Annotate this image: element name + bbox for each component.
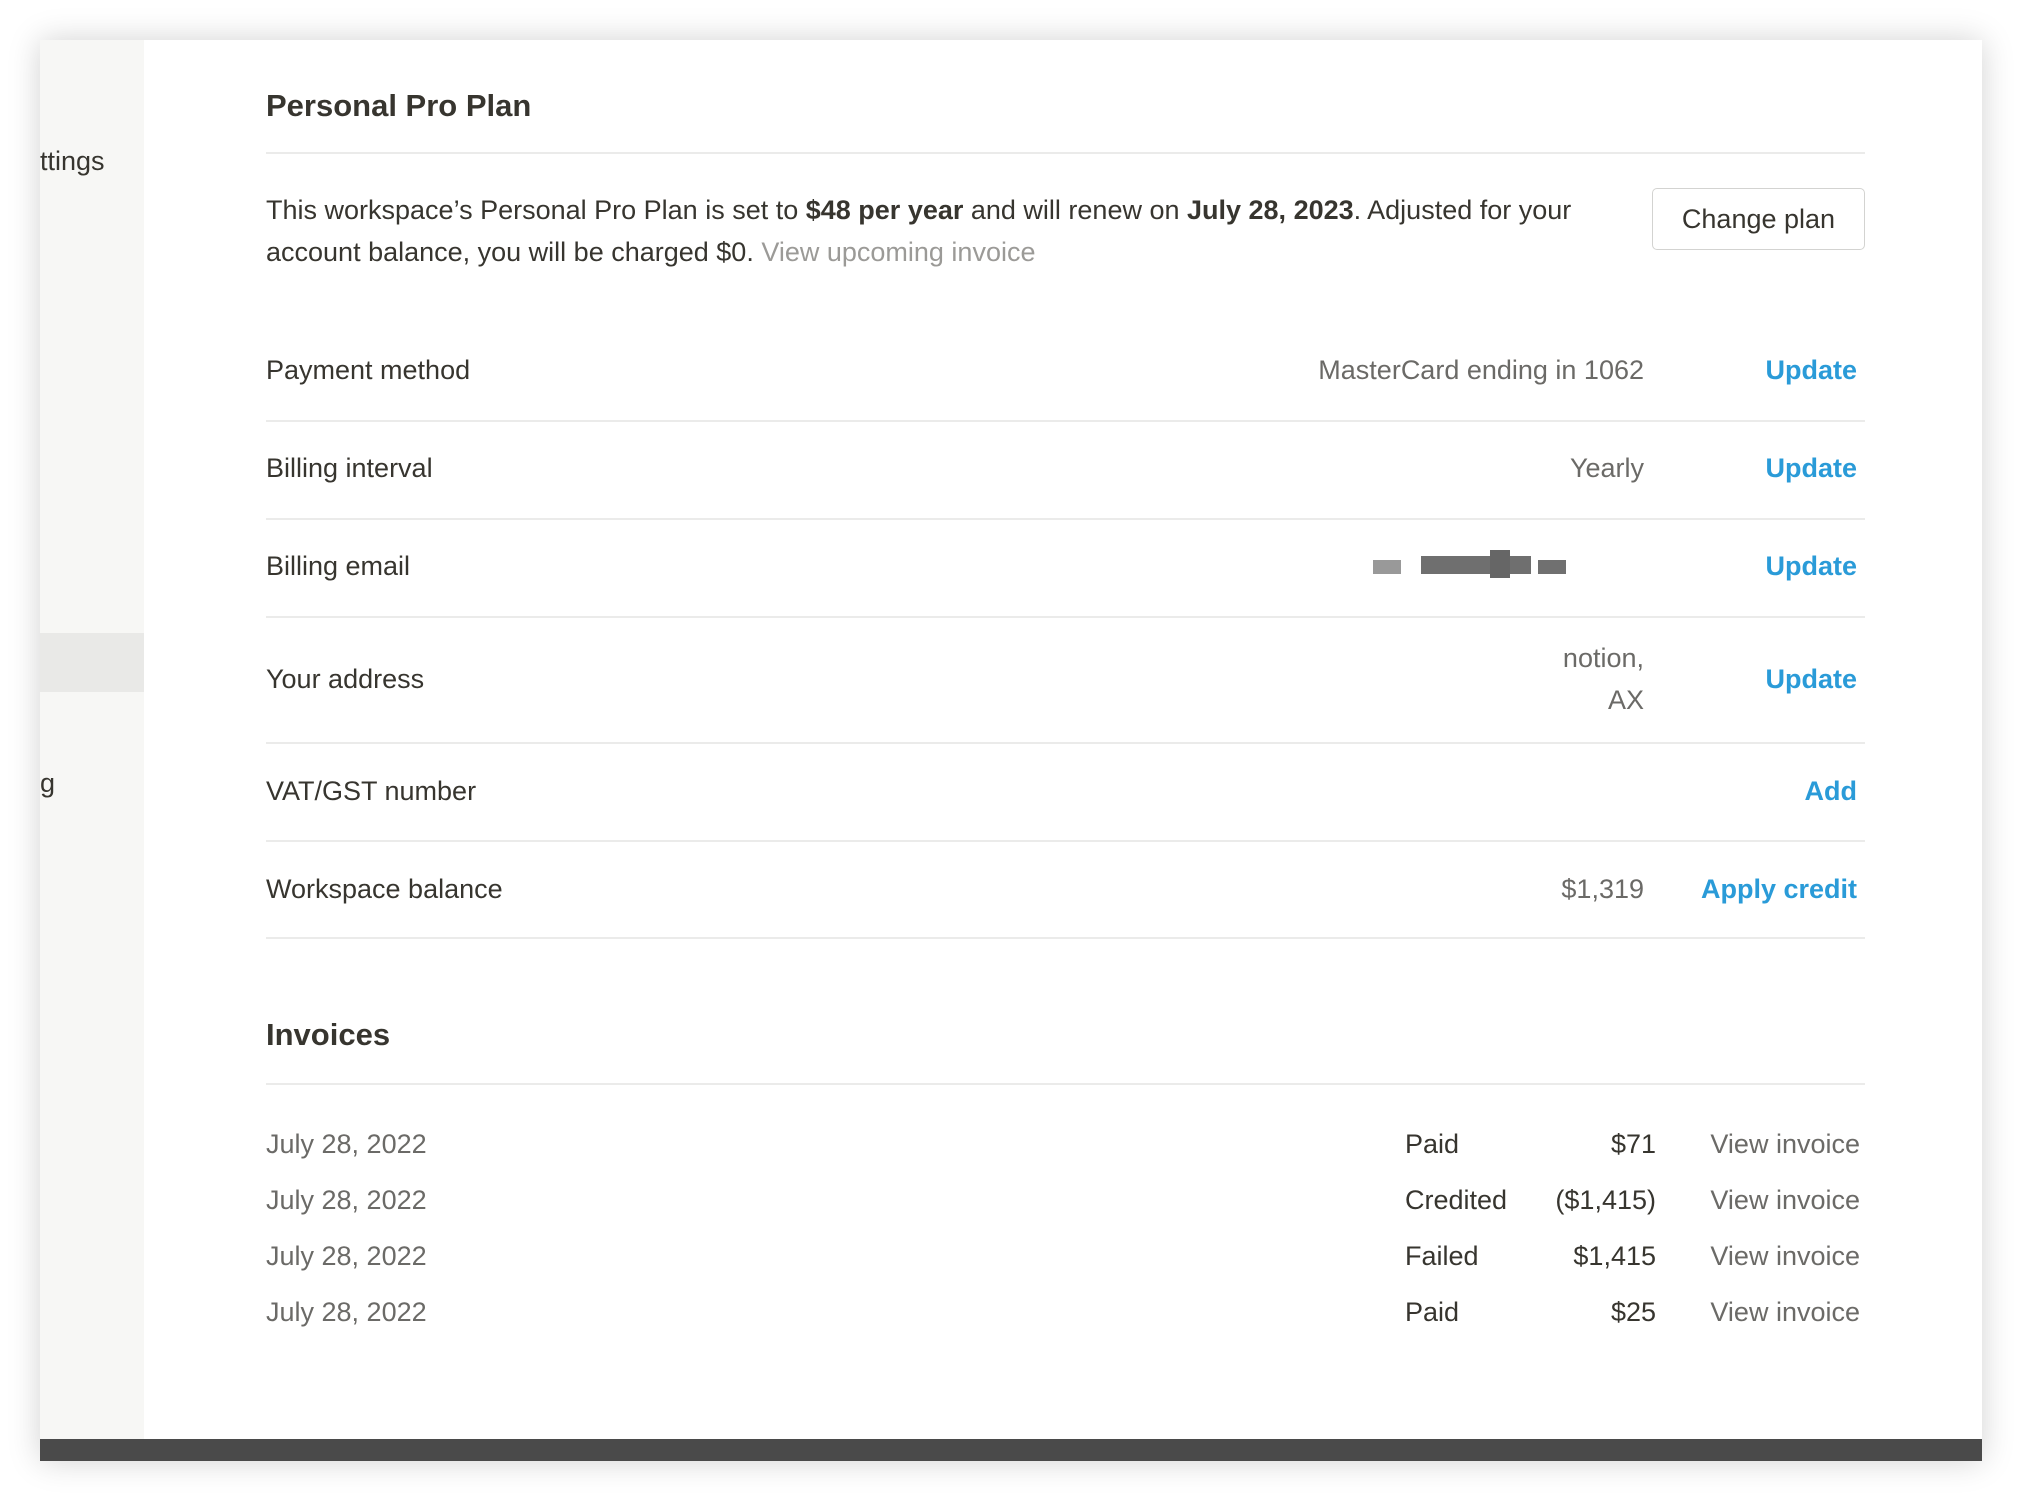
bottom-bar: [40, 1439, 1982, 1461]
invoice-status: Paid: [1405, 1129, 1460, 1159]
invoice-date: July 28, 2022: [266, 1129, 427, 1159]
update-billing-interval-button[interactable]: Update: [1765, 453, 1857, 484]
address-line-1: notion,: [1562, 643, 1644, 673]
divider: [266, 518, 1865, 520]
invoice-status: Failed: [1405, 1241, 1479, 1271]
divider: [266, 420, 1865, 422]
invoice-date: July 28, 2022: [266, 1241, 427, 1271]
sidebar: ttings g: [40, 40, 144, 1440]
plan-title: Personal Pro Plan: [266, 88, 532, 123]
sidebar-item-settings[interactable]: ttings: [40, 146, 105, 177]
view-invoice-link[interactable]: View invoice: [1710, 1297, 1860, 1328]
payment-method-value: MasterCard ending in 1062: [1318, 355, 1644, 385]
invoice-date: July 28, 2022: [266, 1185, 427, 1215]
invoice-amount: $1,415: [1573, 1241, 1656, 1271]
change-plan-button[interactable]: Change plan: [1652, 188, 1865, 250]
billing-interval-label: Billing interval: [266, 453, 433, 483]
view-invoice-link[interactable]: View invoice: [1710, 1185, 1860, 1216]
balance-label: Workspace balance: [266, 874, 503, 904]
update-billing-email-button[interactable]: Update: [1765, 551, 1857, 582]
plan-price: $48 per year: [805, 195, 964, 225]
apply-credit-button[interactable]: Apply credit: [1701, 874, 1857, 905]
invoice-amount: $25: [1610, 1297, 1656, 1327]
address-line-2: AX: [1607, 685, 1644, 715]
invoice-status: Credited: [1405, 1185, 1508, 1215]
billing-interval-value: Yearly: [1569, 453, 1644, 483]
update-payment-method-button[interactable]: Update: [1765, 355, 1857, 386]
view-upcoming-invoice-link[interactable]: View upcoming invoice: [761, 237, 1035, 267]
desc-text: and will renew on: [963, 195, 1187, 225]
balance-value: $1,319: [1561, 874, 1644, 904]
view-invoice-link[interactable]: View invoice: [1710, 1129, 1860, 1160]
divider: [266, 742, 1865, 744]
divider: [266, 616, 1865, 618]
invoice-amount: $71: [1610, 1129, 1656, 1159]
plan-description: This workspace’s Personal Pro Plan is se…: [266, 189, 1596, 273]
desc-text: This workspace’s Personal Pro Plan is se…: [266, 195, 806, 225]
view-invoice-link[interactable]: View invoice: [1710, 1241, 1860, 1272]
invoice-date: July 28, 2022: [266, 1297, 427, 1327]
add-vat-button[interactable]: Add: [1805, 776, 1857, 807]
sidebar-item-selected[interactable]: [40, 633, 144, 692]
invoice-amount: ($1,415): [1555, 1185, 1656, 1215]
vat-label: VAT/GST number: [266, 776, 477, 806]
sidebar-item-billing[interactable]: g: [40, 768, 55, 799]
invoice-status: Paid: [1405, 1297, 1460, 1327]
renew-date: July 28, 2023: [1187, 195, 1354, 225]
divider: [266, 1083, 1865, 1085]
invoices-title: Invoices: [266, 1017, 391, 1052]
divider: [266, 152, 1865, 154]
billing-email-label: Billing email: [266, 551, 411, 581]
divider: [266, 937, 1865, 939]
update-address-button[interactable]: Update: [1765, 664, 1857, 695]
settings-window: ttings g Personal Pro Plan This workspac…: [40, 40, 1982, 1461]
payment-method-label: Payment method: [266, 355, 471, 385]
divider: [266, 840, 1865, 842]
address-label: Your address: [266, 664, 425, 694]
